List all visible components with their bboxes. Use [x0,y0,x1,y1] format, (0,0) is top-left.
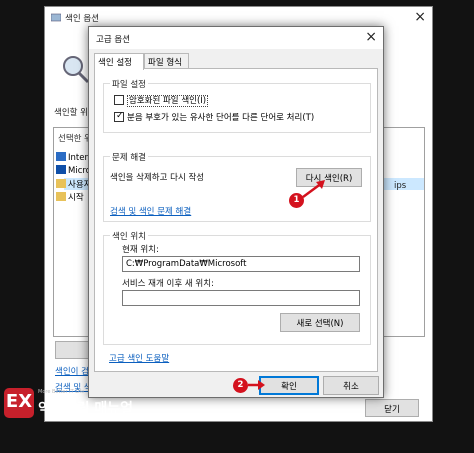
close-icon[interactable]: × [365,29,377,45]
ok-button[interactable]: 확인 [259,376,319,395]
back-window-title: 색인 옵션 [65,14,99,24]
ie-icon [56,152,66,161]
encrypt-label: 암호화된 파일 색인(I) [127,95,209,107]
tab-file-types[interactable]: 파일 형식 [144,53,189,69]
annotation-arrow-icon [248,380,265,390]
diacritics-label: 분음 부호가 있는 유사한 단어를 다른 단어로 처리(T) [127,113,315,123]
logo-tagline: More Better IT Life [38,389,85,395]
dialog-title: 고급 옵션 [96,35,130,45]
logo-mark-icon: EX [4,388,34,418]
cancel-button[interactable]: 취소 [323,376,379,395]
annotation-arrow-icon [302,180,325,199]
current-location-field[interactable]: C:₩ProgramData₩Microsoft [122,256,360,272]
indexing-icon [51,13,61,22]
back-status-text: 색인할 위 [54,108,88,118]
group-legend: 색인 위치 [110,230,148,242]
troubleshoot-group: 문제 해결 색인을 삭제하고 다시 작성 다시 색인(R) 검색 및 색인 문제… [103,151,371,222]
new-location-field[interactable] [122,290,360,306]
back-close-icon[interactable]: × [414,9,426,25]
encrypt-checkbox-row[interactable]: 암호화된 파일 색인(I) [114,94,209,107]
tab-index-settings[interactable]: 색인 설정 [94,53,144,70]
logo-name: 익스트림 매뉴얼 [38,401,134,417]
group-legend: 파일 설정 [110,78,148,90]
magnifier-icon [63,56,90,84]
dialog-title-bar: 고급 옵션 × [89,27,383,49]
select-new-button[interactable]: 새로 선택(N) [280,313,360,332]
encrypt-checkbox[interactable] [114,95,124,105]
file-settings-group: 파일 설정 암호화된 파일 색인(I) ✓ 분음 부호가 있는 유사한 단어를 다… [103,78,371,133]
diacritics-checkbox[interactable]: ✓ [114,111,124,122]
diacritics-checkbox-row[interactable]: ✓ 분음 부호가 있는 유사한 단어를 다른 단어로 처리(T) [114,111,314,123]
close-button[interactable]: 닫기 [365,399,419,417]
indexing-link[interactable]: 색인이 검 [55,365,91,377]
site-logo: EX More Better IT Life 익스트림 매뉴얼 [4,386,164,422]
check-icon: ✓ [116,111,124,121]
advanced-options-dialog: 고급 옵션 × 색인 설정 파일 형식 파일 설정 암호화된 파일 색인(I) … [88,26,384,398]
troubleshoot-link[interactable]: 검색 및 색인 문제 해결 [110,205,191,217]
outlook-icon [56,165,66,174]
current-location-label: 현재 위치: [122,245,159,255]
advanced-help-link[interactable]: 고급 색인 도움말 [109,352,169,364]
folder-icon [56,179,66,188]
tab-panel: 파일 설정 암호화된 파일 색인(I) ✓ 분음 부호가 있는 유사한 단어를 다… [94,68,378,372]
folder-icon [56,192,66,201]
rebuild-description: 색인을 삭제하고 다시 작성 [110,173,205,183]
new-location-label: 서비스 재개 이후 새 위치: [122,279,214,289]
group-legend: 문제 해결 [110,151,148,163]
list-item-fragment: ips [394,181,407,191]
index-location-group: 색인 위치 현재 위치: C:₩ProgramData₩Microsoft 서비… [103,230,371,345]
